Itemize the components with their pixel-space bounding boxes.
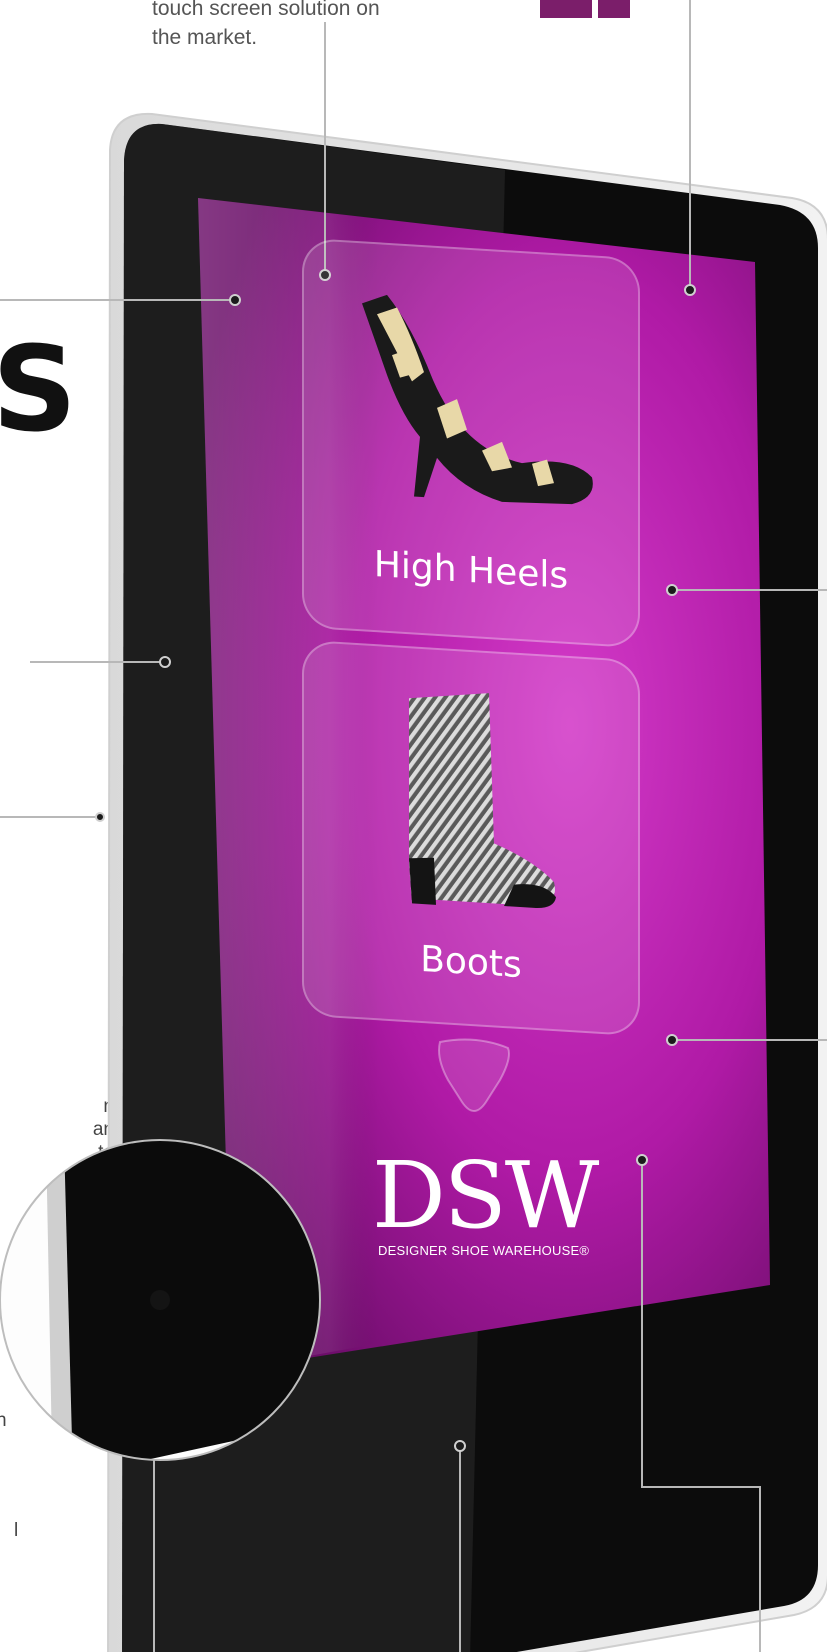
high-heel-shoe-image (362, 294, 593, 505)
brand-logo: DSW (372, 1142, 599, 1249)
category-tile-high-heels[interactable]: High Heels (302, 237, 640, 649)
boot-image (409, 693, 556, 908)
category-tile-boots[interactable]: Boots (302, 639, 640, 1037)
tile-label: High Heels (373, 544, 569, 597)
brand-tagline: DESIGNER SHOE WAREHOUSE® (378, 1243, 590, 1258)
tile-label: Boots (420, 938, 522, 987)
